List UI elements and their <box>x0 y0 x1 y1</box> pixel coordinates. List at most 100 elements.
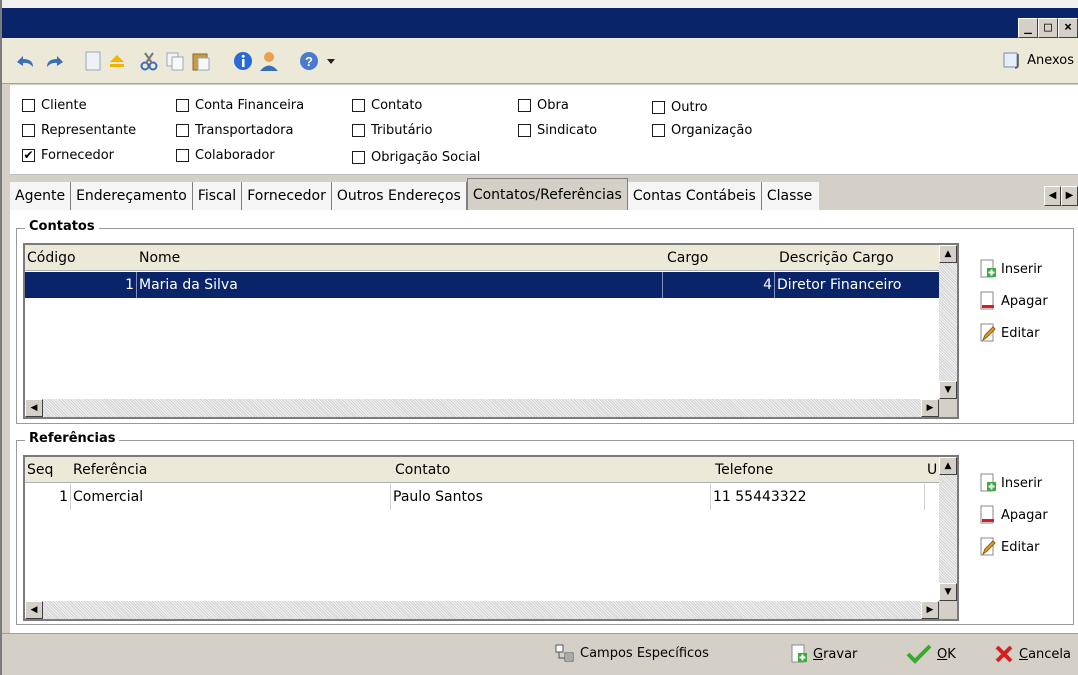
tab-classe[interactable]: Classe <box>761 182 819 210</box>
paste-icon[interactable] <box>190 50 212 72</box>
checkbox-box[interactable] <box>518 124 531 137</box>
contatos-editar-button[interactable]: Editar <box>979 323 1048 343</box>
checkbox-box[interactable] <box>518 99 531 112</box>
scroll-up-icon[interactable]: ▲ <box>939 245 957 263</box>
tab-scroll-right-icon[interactable]: ▶ <box>1061 186 1078 206</box>
checkbox-box[interactable] <box>652 101 665 114</box>
inserir-label: Inserir <box>1001 475 1043 491</box>
column-header-seq[interactable]: Seq <box>25 457 69 483</box>
cancelar-button[interactable]: Cancela <box>994 644 1071 664</box>
maximize-button[interactable]: □ <box>1038 18 1058 38</box>
fields-icon <box>555 644 574 662</box>
referencias-editar-button[interactable]: Editar <box>979 537 1048 557</box>
footer-bar: Campos Específicos Gravar OK Cancela <box>2 633 1078 675</box>
referencias-grid[interactable]: Seq Referência Contato Telefone U 1 Come… <box>23 455 959 621</box>
checkbox-organizacao[interactable]: Organização <box>652 123 752 138</box>
referencias-group: Referências Seq Referência Contato Telef… <box>16 431 1074 625</box>
column-header-nome[interactable]: Nome <box>137 245 657 271</box>
tab-agente[interactable]: Agente <box>10 182 72 210</box>
checkbox-box[interactable] <box>176 124 189 137</box>
contatos-group: Contatos Código Nome Cargo Descrição Car… <box>16 219 1074 424</box>
tab-fiscal[interactable]: Fiscal <box>192 182 243 210</box>
info-icon[interactable] <box>232 50 254 72</box>
scroll-right-icon[interactable]: ▶ <box>921 601 939 619</box>
cell-referencia: Comercial <box>71 484 391 510</box>
checkbox-label: Organização <box>671 123 753 138</box>
contatos-inserir-button[interactable]: Inserir <box>979 259 1048 279</box>
checkbox-box[interactable] <box>176 149 189 162</box>
contatos-horizontal-scrollbar[interactable]: ◀ ▶ <box>25 399 939 417</box>
checkbox-box[interactable] <box>352 151 365 164</box>
checkbox-obra[interactable]: Obra <box>518 98 569 113</box>
column-header-codigo[interactable]: Código <box>25 245 135 271</box>
contatos-apagar-button[interactable]: Apagar <box>979 291 1048 311</box>
checkbox-box[interactable] <box>22 124 35 137</box>
tab-scroll-left-icon[interactable]: ◀ <box>1044 186 1061 206</box>
referencias-vertical-scrollbar[interactable]: ▲ ▼ <box>939 457 957 601</box>
tab-contatos-referencias[interactable]: Contatos/Referências <box>466 178 628 210</box>
checkbox-box[interactable] <box>652 124 665 137</box>
edit-icon <box>980 537 996 556</box>
insert-icon <box>980 259 996 278</box>
scroll-left-icon[interactable]: ◀ <box>25 399 43 417</box>
close-button[interactable]: × <box>1058 18 1078 38</box>
scroll-up-icon[interactable]: ▲ <box>939 457 957 475</box>
campos-especificos-button[interactable]: Campos Específicos <box>555 644 709 662</box>
tab-fornecedor[interactable]: Fornecedor <box>242 182 332 210</box>
column-header-contato[interactable]: Contato <box>393 457 711 483</box>
ok-button[interactable]: OK <box>906 644 956 664</box>
tab-contas-contabeis[interactable]: Contas Contábeis <box>627 182 762 210</box>
contatos-vertical-scrollbar[interactable]: ▲ ▼ <box>939 245 957 399</box>
checkbox-outro[interactable]: Outro <box>652 100 708 115</box>
cancelar-label-rest: ancela <box>1028 646 1072 662</box>
checkbox-box[interactable] <box>352 124 365 137</box>
checkbox-cliente[interactable]: Cliente <box>22 98 87 113</box>
checkbox-box[interactable] <box>22 99 35 112</box>
column-header-cargo[interactable]: Cargo <box>665 245 773 271</box>
referencias-apagar-button[interactable]: Apagar <box>979 505 1048 525</box>
help-icon[interactable]: ? <box>298 50 320 72</box>
checkbox-colaborador[interactable]: Colaborador <box>176 148 275 163</box>
checkbox-conta-financeira[interactable]: Conta Financeira <box>176 98 304 113</box>
minimize-button[interactable]: _ <box>1018 18 1038 38</box>
gravar-button[interactable]: Gravar <box>790 644 857 664</box>
checkbox-tributario[interactable]: Tributário <box>352 123 432 138</box>
column-header-referencia[interactable]: Referência <box>71 457 389 483</box>
anexos-button[interactable]: Anexos <box>1003 51 1074 69</box>
checkbox-sindicato[interactable]: Sindicato <box>518 123 597 138</box>
redo-icon[interactable] <box>44 50 66 72</box>
table-row[interactable]: 1 Maria da Silva 4 Diretor Financeiro <box>25 272 939 298</box>
user-icon[interactable] <box>258 50 280 72</box>
column-header-descricao-cargo[interactable]: Descrição Cargo <box>777 245 937 271</box>
checkbox-representante[interactable]: Representante <box>22 123 136 138</box>
referencias-inserir-button[interactable]: Inserir <box>979 473 1048 493</box>
undo-icon[interactable] <box>14 50 36 72</box>
scroll-down-icon[interactable]: ▼ <box>939 583 957 601</box>
scroll-down-icon[interactable]: ▼ <box>939 381 957 399</box>
scroll-left-icon[interactable]: ◀ <box>25 601 43 619</box>
eject-icon[interactable] <box>106 50 128 72</box>
checkbox-label: Sindicato <box>537 123 598 138</box>
column-header-telefone[interactable]: Telefone <box>713 457 913 483</box>
cut-icon[interactable] <box>138 50 160 72</box>
checkbox-transportadora[interactable]: Transportadora <box>176 123 293 138</box>
tab-scroll-arrows: ◀ ▶ <box>1044 186 1078 206</box>
copy-icon[interactable] <box>164 50 186 72</box>
tab-outros-enderecos[interactable]: Outros Endereços <box>331 182 467 210</box>
checkbox-contato[interactable]: Contato <box>352 98 422 113</box>
new-document-icon[interactable] <box>82 50 104 72</box>
checkbox-box[interactable] <box>176 99 189 112</box>
contatos-grid[interactable]: Código Nome Cargo Descrição Cargo 1 Mari… <box>23 243 959 419</box>
checkbox-fornecedor[interactable]: ✔ Fornecedor <box>22 148 114 163</box>
contatos-group-title: Contatos <box>25 219 99 234</box>
checkbox-obrigacao-social[interactable]: Obrigação Social <box>352 150 480 165</box>
chevron-down-icon[interactable] <box>320 50 342 72</box>
checkbox-box-checked[interactable]: ✔ <box>22 149 35 162</box>
cell-telefone: 11 55443322 <box>711 484 925 510</box>
table-row[interactable]: 1 Comercial Paulo Santos 11 55443322 <box>25 484 939 510</box>
checkbox-box[interactable] <box>352 99 365 112</box>
scroll-right-icon[interactable]: ▶ <box>921 399 939 417</box>
tab-enderecamento[interactable]: Endereçamento <box>71 182 193 210</box>
cancelar-accesskey: C <box>1019 646 1029 662</box>
referencias-horizontal-scrollbar[interactable]: ◀ ▶ <box>25 601 939 619</box>
